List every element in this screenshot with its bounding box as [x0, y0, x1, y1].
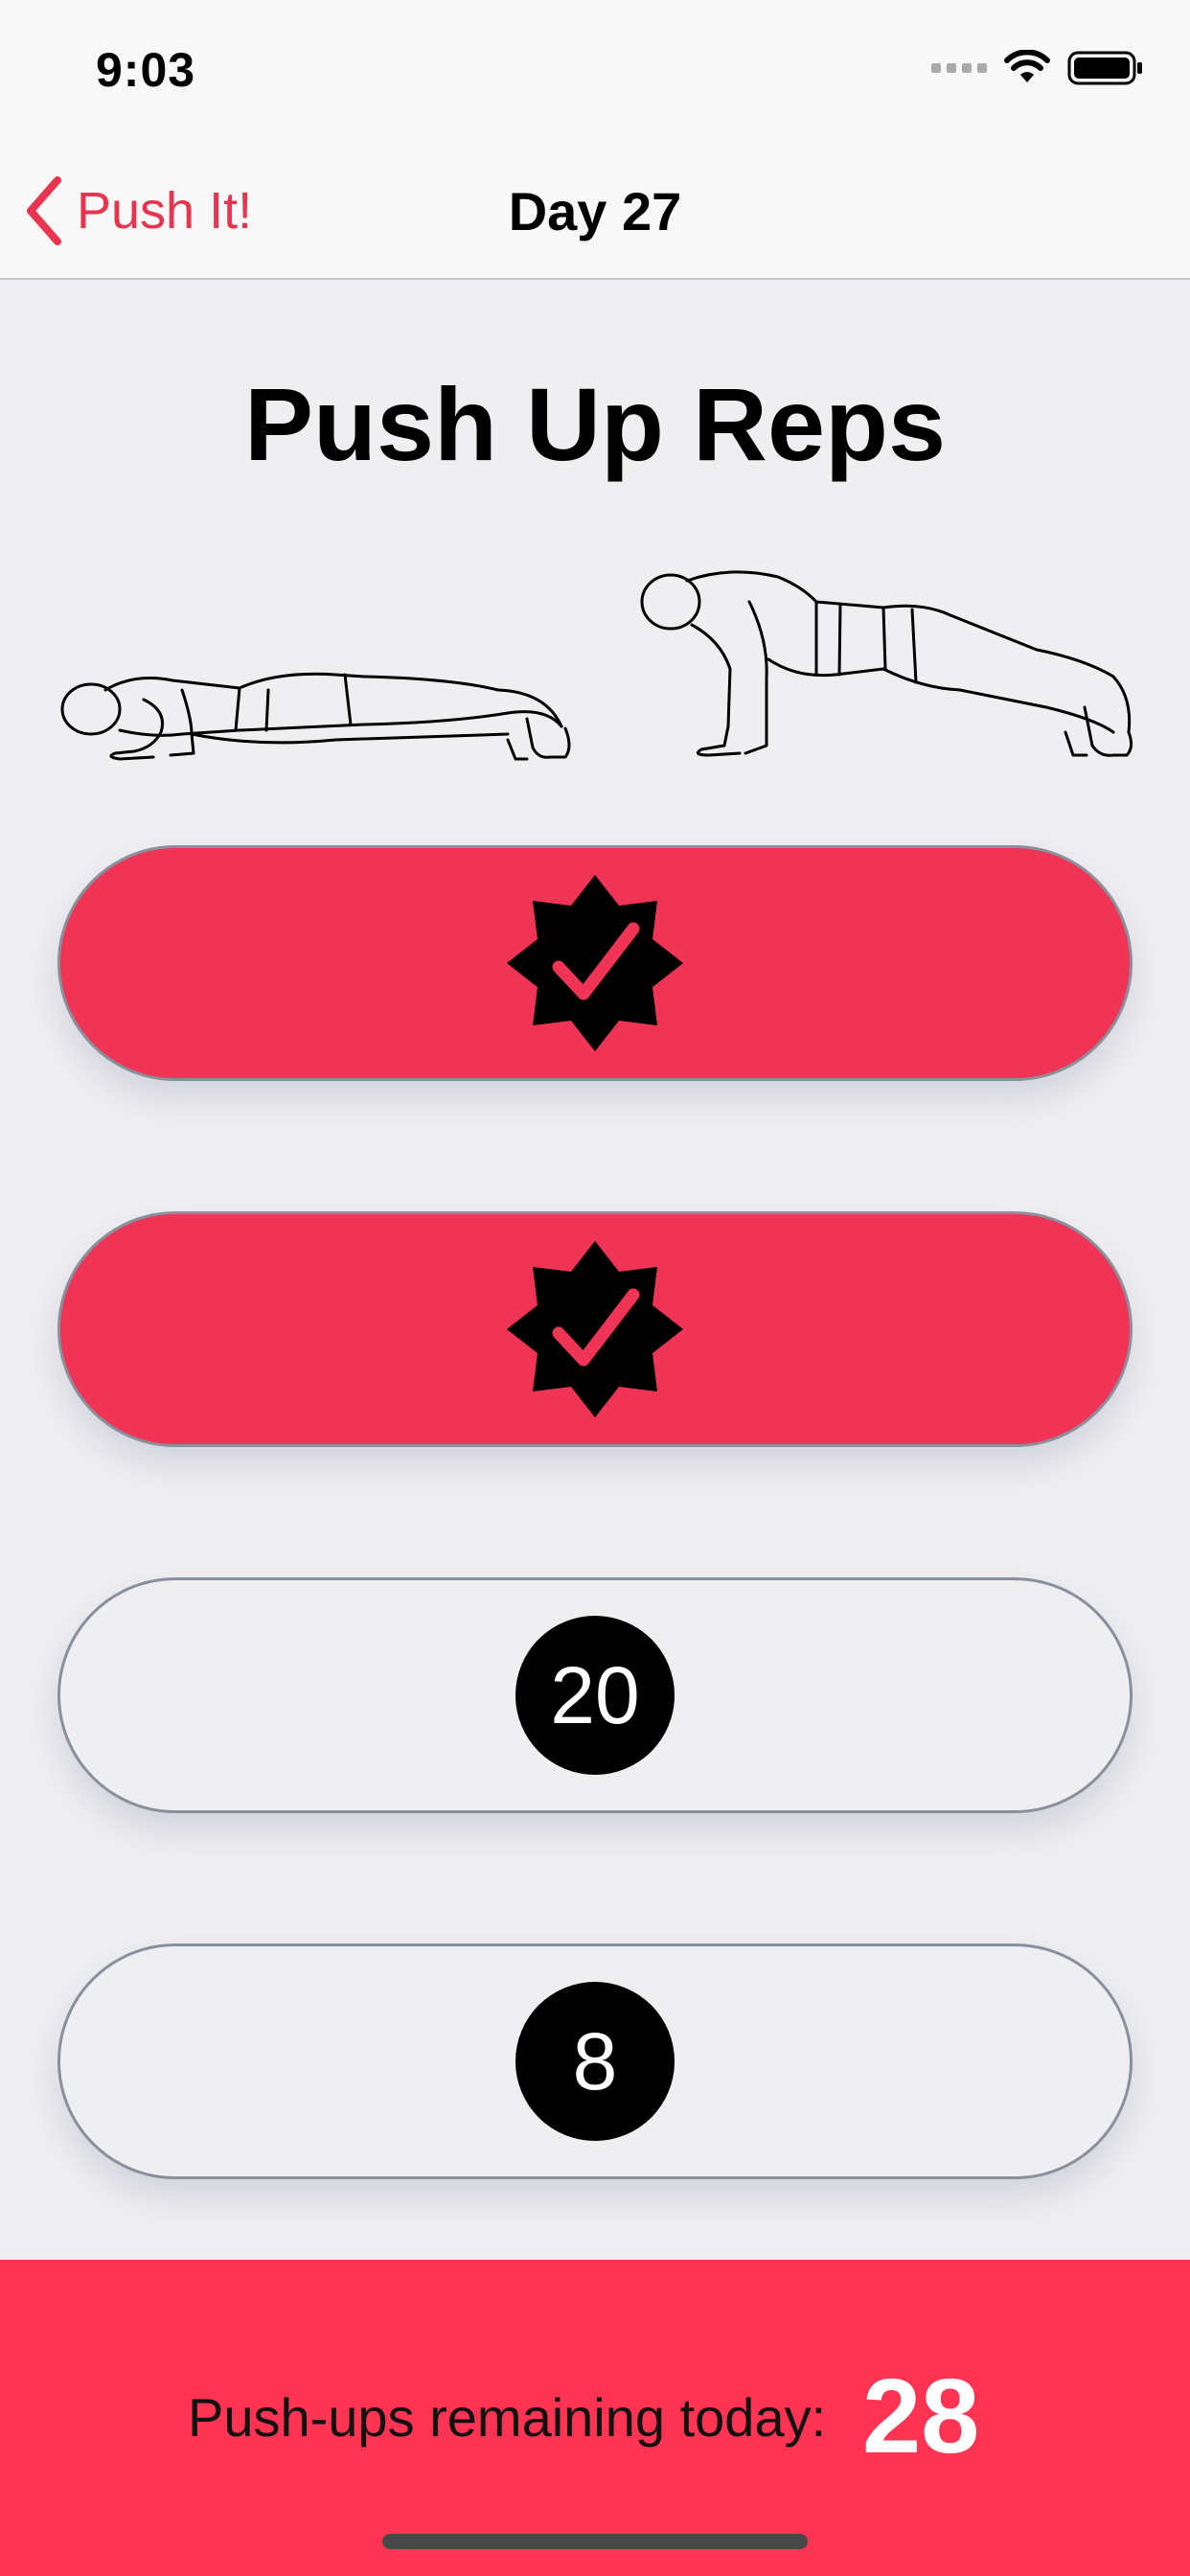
remaining-value: 28 [862, 2358, 980, 2475]
cellular-signal-icon [931, 63, 987, 73]
home-indicator[interactable] [382, 2534, 808, 2549]
nav-title: Day 27 [508, 181, 682, 242]
status-time: 9:03 [96, 43, 196, 97]
wifi-icon [1004, 50, 1050, 82]
rep-set-1-completed[interactable] [57, 845, 1133, 1081]
checkmark-seal-icon [507, 875, 683, 1051]
navigation-bar: Push It! Day 27 [0, 144, 1190, 280]
rep-count-badge: 8 [515, 1982, 675, 2141]
rep-count-badge: 20 [515, 1616, 675, 1775]
rep-set-3-button[interactable]: 20 [57, 1577, 1133, 1813]
checkmark-seal-icon [507, 1241, 683, 1417]
pushup-up-illustration [640, 570, 1133, 757]
battery-icon [1067, 51, 1142, 85]
pushup-down-illustration [60, 672, 571, 761]
page-title: Push Up Reps [243, 366, 947, 482]
rep-set-2-completed[interactable] [57, 1211, 1133, 1447]
remaining-label: Push-ups remaining today: [188, 2387, 827, 2448]
status-bar: 9:03 [0, 0, 1190, 144]
status-icons [931, 50, 1144, 86]
rep-set-4-button[interactable]: 8 [57, 1944, 1133, 2179]
